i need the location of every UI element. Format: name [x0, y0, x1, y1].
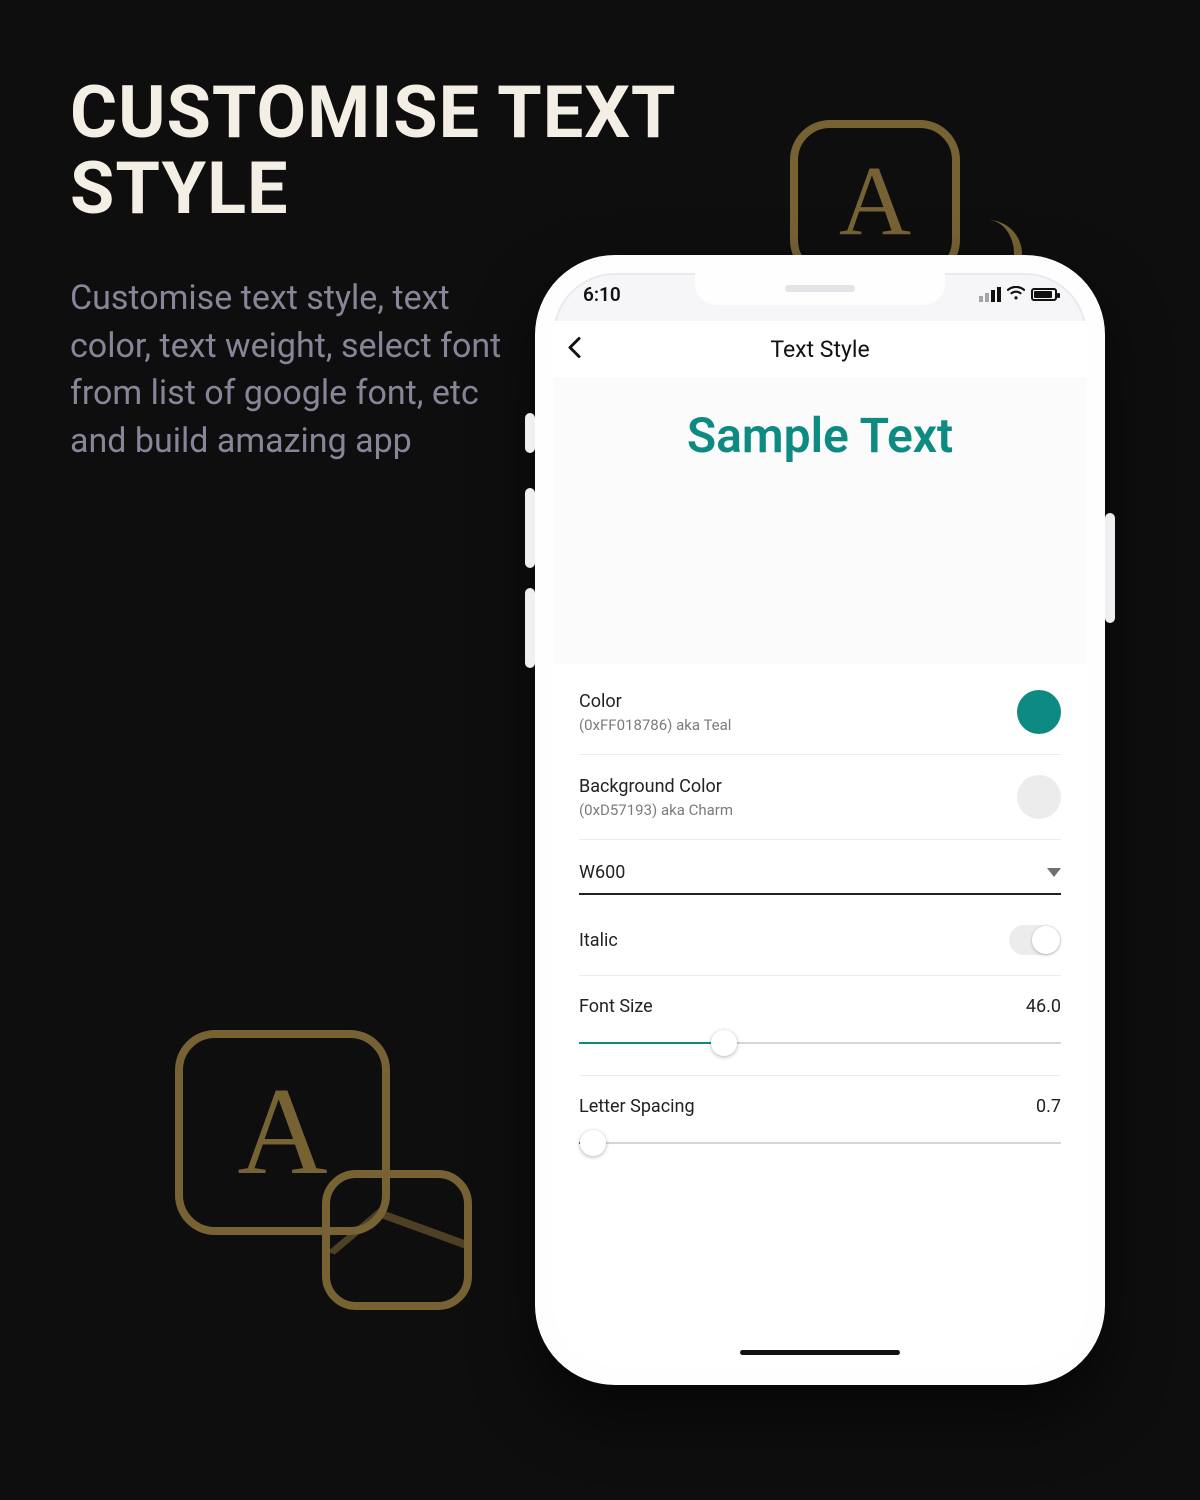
app-screen: Text Style Sample Text Color (0xFF018786… [553, 321, 1087, 1367]
phone-mockup: 6:10 Text Style Sample Text Color (0xFF0… [535, 255, 1105, 1385]
italic-row: Italic [579, 895, 1061, 975]
chevron-down-icon [1047, 868, 1061, 877]
font-weight-value: W600 [579, 862, 625, 883]
letter-spacing-value: 0.7 [1036, 1096, 1061, 1117]
color-swatch[interactable] [1017, 690, 1061, 734]
background-color-row[interactable]: Background Color (0xD57193) aka Charm [579, 755, 1061, 839]
battery-icon [1031, 288, 1057, 301]
wifi-icon [1007, 285, 1025, 304]
font-size-label: Font Size [579, 996, 653, 1017]
phone-volume-down-icon [525, 588, 535, 668]
color-row[interactable]: Color (0xFF018786) aka Teal [579, 670, 1061, 754]
phone-power-button-icon [1105, 513, 1115, 623]
headline-line-2: STYLE [70, 146, 289, 231]
letter-spacing-label: Letter Spacing [579, 1096, 695, 1117]
status-bar: 6:10 [553, 283, 1087, 306]
app-bar: Text Style [553, 321, 1087, 377]
color-label: Color [579, 691, 731, 712]
app-bar-title: Text Style [770, 336, 869, 363]
cellular-signal-icon [979, 287, 1001, 302]
font-size-value: 46.0 [1026, 996, 1061, 1017]
sample-text: Sample Text [687, 407, 953, 464]
home-indicator[interactable] [740, 1350, 900, 1355]
controls-panel: Color (0xFF018786) aka Teal Background C… [553, 664, 1087, 1367]
marketing-subcopy: Customise text style, text color, text w… [70, 275, 510, 465]
letter-a-badge-icon: A [175, 1030, 390, 1235]
back-button[interactable] [567, 333, 581, 366]
font-weight-select[interactable]: W600 [579, 840, 1061, 895]
letter-spacing-slider[interactable] [579, 1131, 1061, 1155]
color-detail: (0xFF018786) aka Teal [579, 716, 731, 734]
phone-volume-up-icon [525, 488, 535, 568]
background-color-label: Background Color [579, 776, 733, 797]
italic-label: Italic [579, 930, 618, 951]
phone-mute-switch-icon [525, 413, 535, 453]
text-preview-area: Sample Text [553, 377, 1087, 664]
marketing-headline: CUSTOMISE TEXT STYLE [70, 75, 677, 226]
background-color-detail: (0xD57193) aka Charm [579, 801, 733, 819]
background-color-swatch[interactable] [1017, 775, 1061, 819]
status-time: 6:10 [583, 283, 621, 306]
font-size-slider[interactable] [579, 1031, 1061, 1055]
italic-toggle[interactable] [1009, 925, 1061, 955]
headline-line-1: CUSTOMISE TEXT [70, 70, 677, 155]
